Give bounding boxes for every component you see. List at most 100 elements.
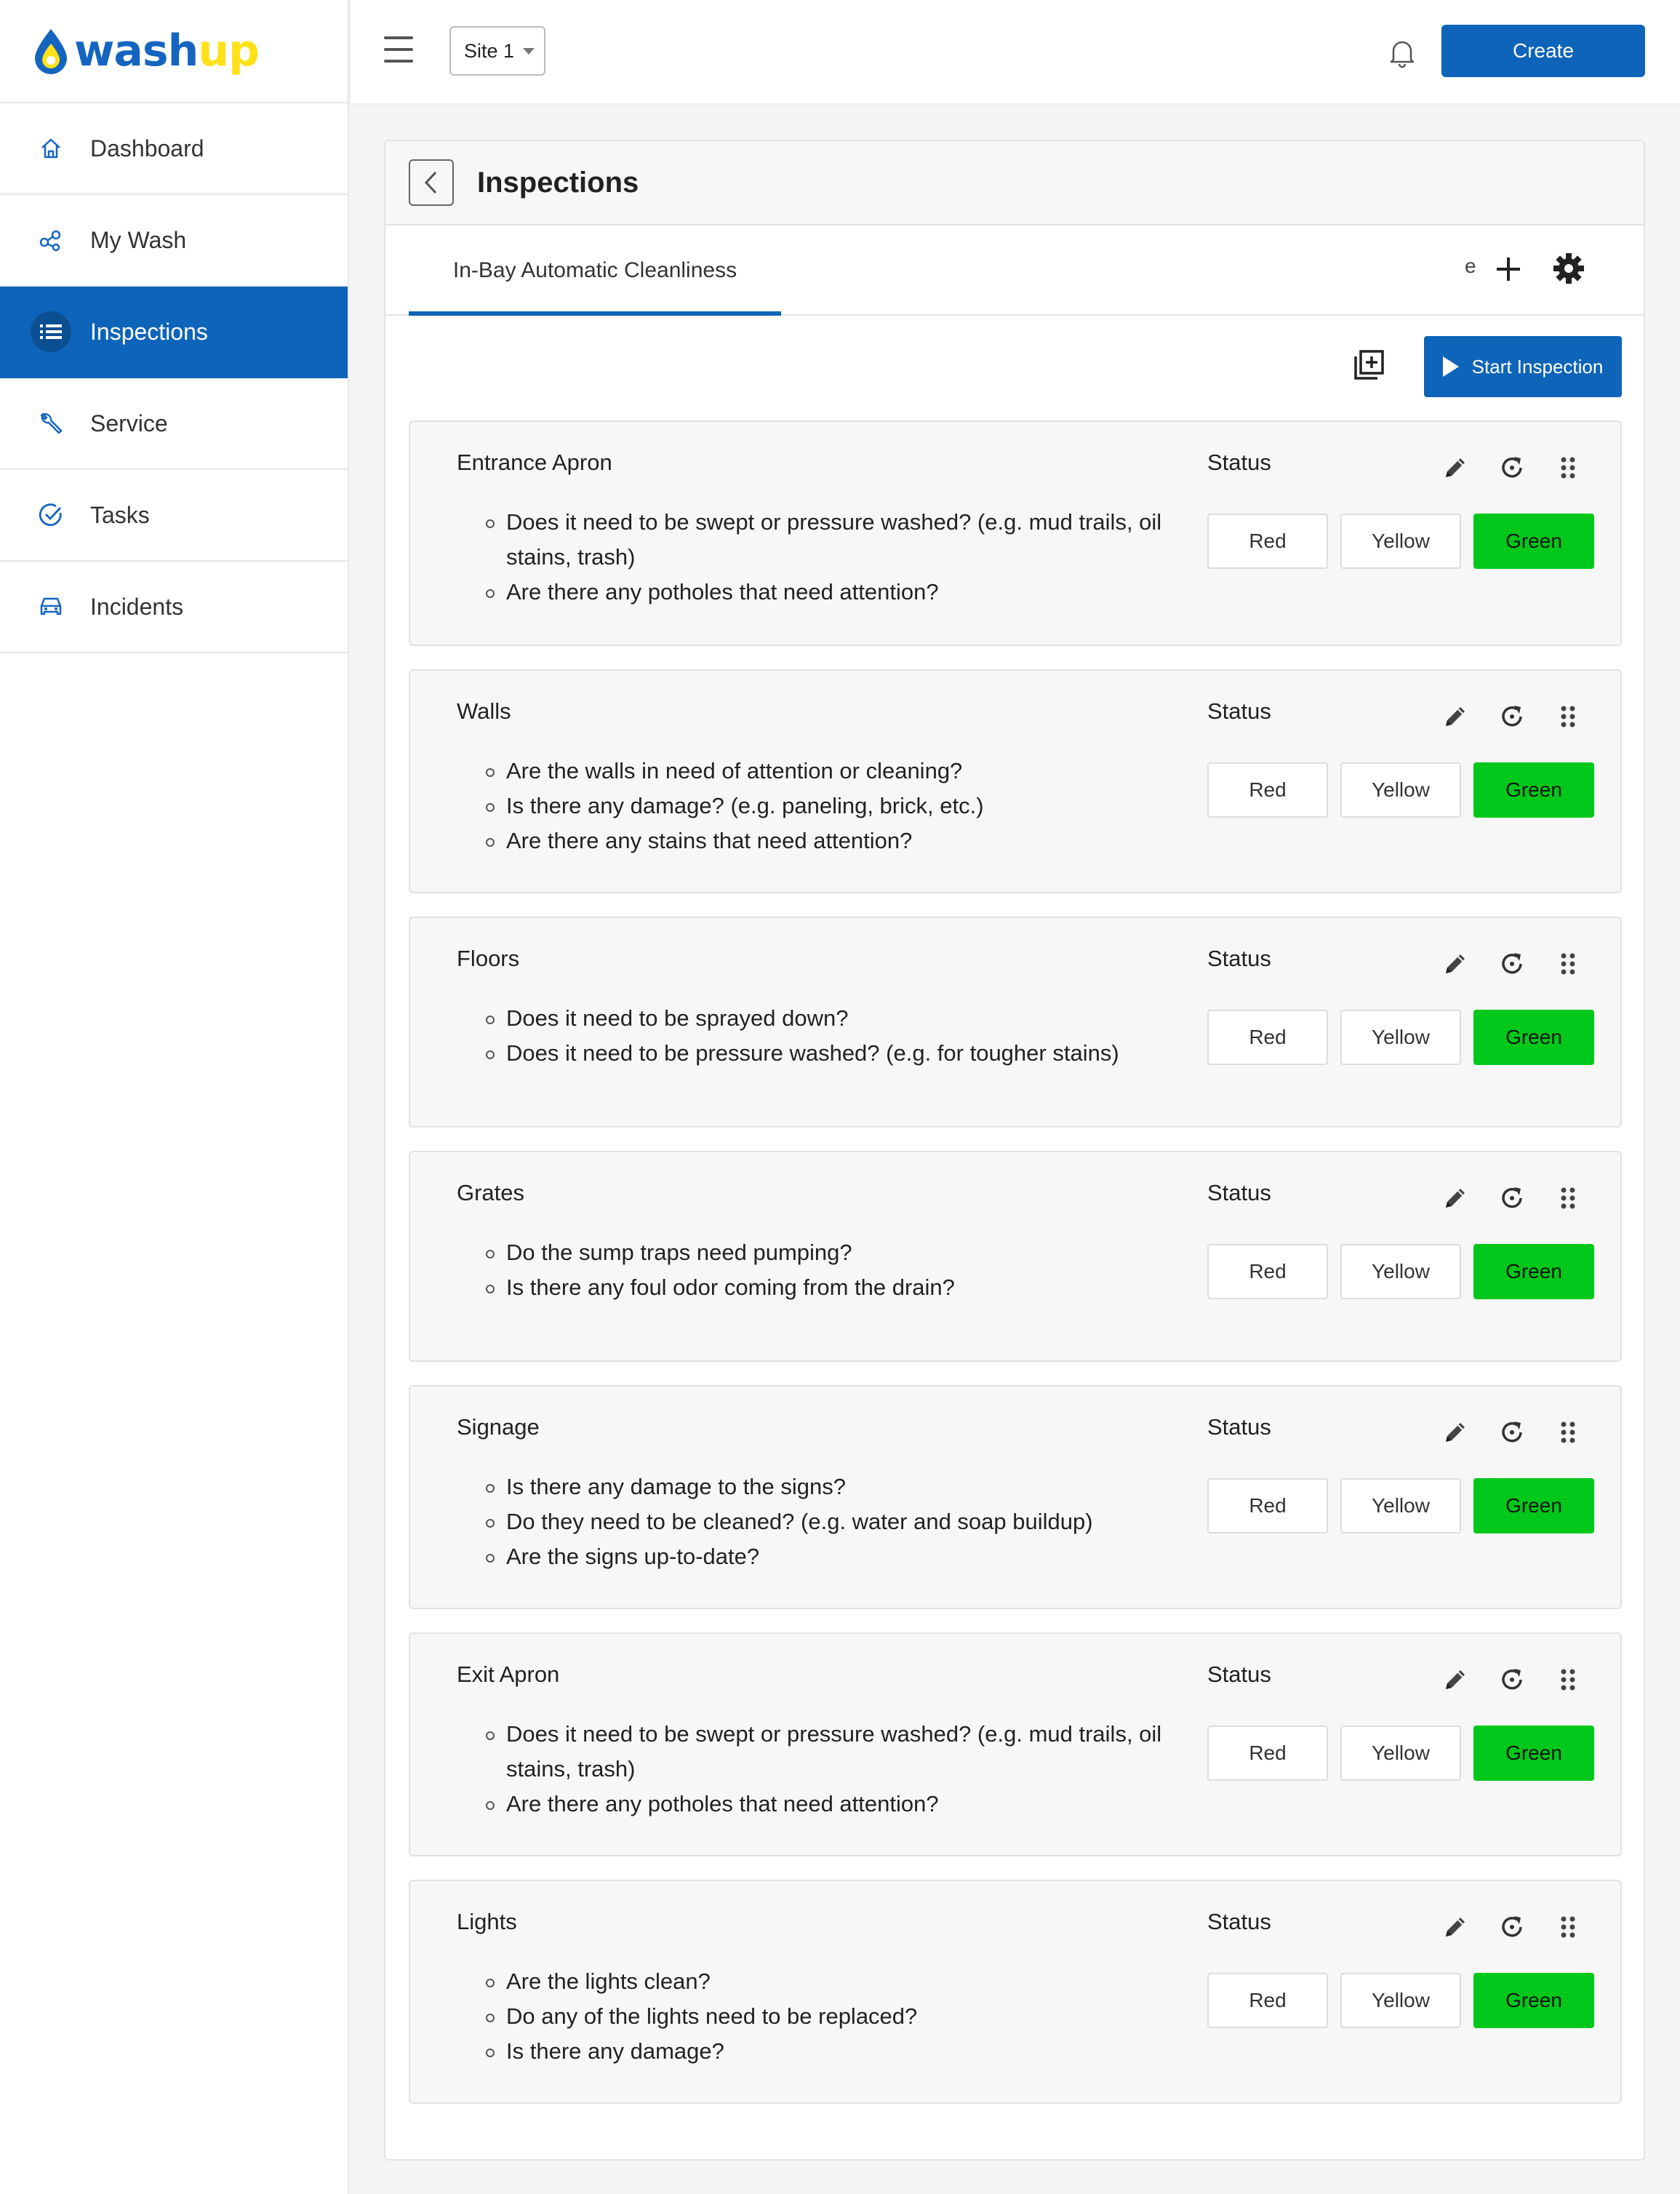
- active-tab-indicator: [409, 311, 781, 316]
- inspection-question: Does it need to be swept or pressure was…: [486, 1717, 1162, 1787]
- reset-icon[interactable]: [1498, 1913, 1526, 1944]
- status-red-button[interactable]: Red: [1207, 1010, 1328, 1065]
- question-list: Does it need to be swept or pressure was…: [486, 505, 1162, 610]
- logo-wash-text: wash: [74, 25, 199, 76]
- inspection-question: Is there any foul odor coming from the d…: [486, 1270, 1162, 1305]
- inspection-question: Are there any stains that need attention…: [486, 823, 1162, 858]
- drag-handle-icon[interactable]: [1559, 704, 1577, 733]
- status-green-button[interactable]: Green: [1473, 1010, 1594, 1065]
- inspection-question: Are the signs up-to-date?: [486, 1539, 1162, 1574]
- drag-handle-icon[interactable]: [1559, 455, 1577, 484]
- drag-handle-icon[interactable]: [1559, 952, 1577, 980]
- inspection-item-card: Floors Status Does it need to be sprayed…: [409, 917, 1622, 1128]
- inspection-item-card: Lights Status Are the lights clean? Do an…: [409, 1880, 1622, 2104]
- bell-icon[interactable]: [1388, 38, 1417, 72]
- status-yellow-button[interactable]: Yellow: [1340, 1478, 1461, 1533]
- site-select[interactable]: Site 1: [449, 26, 545, 76]
- question-list: Is there any damage to the signs? Do they…: [486, 1469, 1162, 1574]
- list-icon: [31, 311, 71, 352]
- inspection-item-title: Signage: [457, 1414, 540, 1440]
- pencil-icon[interactable]: [1441, 1184, 1469, 1216]
- back-button[interactable]: [409, 159, 454, 206]
- sidebar-item-tasks[interactable]: Tasks: [0, 470, 348, 562]
- tab-overflow-text[interactable]: e: [1465, 255, 1476, 278]
- sidebar-item-incidents[interactable]: Incidents: [0, 562, 348, 653]
- drag-handle-icon[interactable]: [1559, 1915, 1577, 1943]
- inspection-item-card: Entrance Apron Status Does it need to be…: [409, 420, 1622, 646]
- sidebar-item-inspections[interactable]: Inspections: [0, 287, 348, 378]
- sidebar-item-label: My Wash: [90, 226, 187, 253]
- washup-logo[interactable]: washup: [0, 0, 348, 103]
- status-green-button[interactable]: Green: [1473, 1973, 1594, 2028]
- start-inspection-button[interactable]: Start Inspection: [1424, 336, 1622, 397]
- status-yellow-button[interactable]: Yellow: [1340, 1244, 1461, 1299]
- reset-icon[interactable]: [1498, 1666, 1526, 1697]
- pencil-icon[interactable]: [1441, 1666, 1469, 1697]
- inspection-actions: Start Inspection: [385, 336, 1644, 397]
- create-button[interactable]: Create: [1441, 25, 1645, 77]
- duplicate-add-icon[interactable]: [1353, 349, 1385, 385]
- status-label: Status: [1207, 450, 1271, 475]
- start-inspection-label: Start Inspection: [1471, 355, 1604, 378]
- status-yellow-button[interactable]: Yellow: [1340, 514, 1461, 569]
- inspection-question: Is there any damage to the signs?: [486, 1469, 1162, 1504]
- logo-up-text: up: [198, 25, 260, 76]
- drag-handle-icon[interactable]: [1559, 1420, 1577, 1448]
- inspection-question: Are the walls in need of attention or cl…: [486, 754, 1162, 789]
- reset-icon[interactable]: [1498, 454, 1526, 485]
- pencil-icon[interactable]: [1441, 1913, 1469, 1944]
- status-label: Status: [1207, 698, 1271, 724]
- status-green-button[interactable]: Green: [1473, 514, 1594, 569]
- inspection-item-title: Grates: [457, 1180, 525, 1205]
- sidebar-item-service[interactable]: Service: [0, 378, 348, 470]
- status-green-button[interactable]: Green: [1473, 762, 1594, 818]
- chevron-left-icon: [424, 171, 437, 194]
- reset-icon[interactable]: [1498, 1419, 1526, 1450]
- tab-in-bay-automatic-cleanliness[interactable]: In-Bay Automatic Cleanliness: [409, 226, 781, 316]
- status-yellow-button[interactable]: Yellow: [1340, 1973, 1461, 2028]
- inspection-item-card: Walls Status Are the walls in need of at…: [409, 669, 1622, 893]
- status-yellow-button[interactable]: Yellow: [1340, 1010, 1461, 1065]
- pencil-icon[interactable]: [1441, 454, 1469, 485]
- inspection-question: Do the sump traps need pumping?: [486, 1235, 1162, 1270]
- status-yellow-button[interactable]: Yellow: [1340, 762, 1461, 818]
- reset-icon[interactable]: [1498, 703, 1526, 734]
- pencil-icon[interactable]: [1441, 950, 1469, 981]
- drag-handle-icon[interactable]: [1559, 1186, 1577, 1214]
- status-red-button[interactable]: Red: [1207, 1478, 1328, 1533]
- pencil-icon[interactable]: [1441, 1419, 1469, 1450]
- status-red-button[interactable]: Red: [1207, 1244, 1328, 1299]
- panel-header: Inspections: [385, 141, 1644, 226]
- status-yellow-button[interactable]: Yellow: [1340, 1726, 1461, 1781]
- washup-wordmark: washup: [74, 29, 260, 73]
- sidebar: washup Dashboard My Wash Inspections Ser…: [0, 0, 349, 2194]
- car-icon: [35, 591, 67, 623]
- inspection-question: Is there any damage?: [486, 2034, 1162, 2069]
- status-red-button[interactable]: Red: [1207, 1726, 1328, 1781]
- inspection-question: Is there any damage? (e.g. paneling, bri…: [486, 789, 1162, 823]
- gear-icon[interactable]: [1552, 252, 1585, 289]
- status-green-button[interactable]: Green: [1473, 1478, 1594, 1533]
- inspection-item-title: Floors: [457, 946, 520, 971]
- status-red-button[interactable]: Red: [1207, 514, 1328, 569]
- inspection-question: Are there any potholes that need attenti…: [486, 575, 1162, 610]
- wrench-icon: [35, 407, 67, 439]
- hamburger-menu-icon[interactable]: [384, 36, 413, 63]
- reset-icon[interactable]: [1498, 950, 1526, 981]
- status-green-button[interactable]: Green: [1473, 1726, 1594, 1781]
- inspection-question: Does it need to be pressure washed? (e.g…: [486, 1036, 1162, 1071]
- status-red-button[interactable]: Red: [1207, 762, 1328, 818]
- sidebar-item-my-wash[interactable]: My Wash: [0, 195, 348, 287]
- inspection-item-card: Signage Status Is there any damage to th…: [409, 1385, 1622, 1609]
- status-green-button[interactable]: Green: [1473, 1244, 1594, 1299]
- status-red-button[interactable]: Red: [1207, 1973, 1328, 2028]
- add-tab-plus-icon[interactable]: [1494, 253, 1523, 289]
- top-bar: Site 1 Create: [351, 0, 1680, 103]
- reset-icon[interactable]: [1498, 1184, 1526, 1216]
- status-label: Status: [1207, 1180, 1271, 1205]
- pencil-icon[interactable]: [1441, 703, 1469, 734]
- sidebar-item-dashboard[interactable]: Dashboard: [0, 103, 348, 195]
- sidebar-item-label: Tasks: [90, 501, 150, 528]
- nodes-icon: [35, 224, 67, 256]
- drag-handle-icon[interactable]: [1559, 1667, 1577, 1696]
